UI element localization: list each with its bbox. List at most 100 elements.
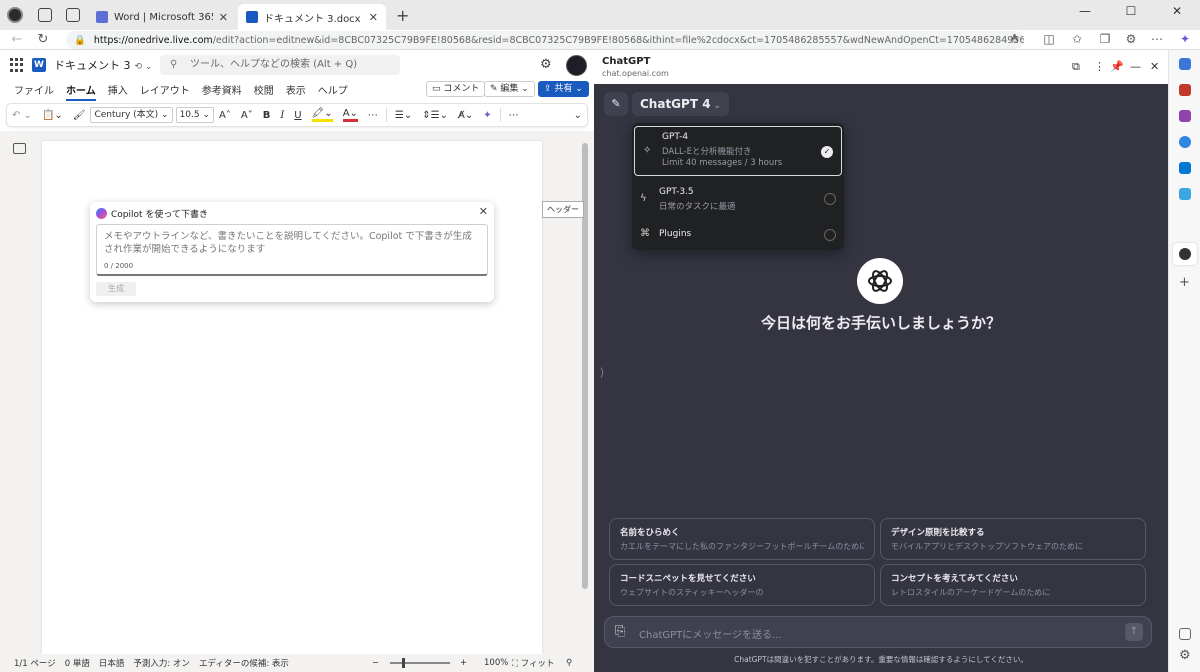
font-size-select[interactable]: 10.5 ⌄: [175, 107, 215, 123]
zoom-slider-thumb[interactable]: [402, 658, 405, 668]
tab-review[interactable]: 校閲: [254, 82, 274, 97]
tab-references[interactable]: 参考資料: [202, 82, 242, 97]
edit-mode-button[interactable]: ✎ 編集 ⌄: [484, 81, 535, 97]
format-painter-icon[interactable]: 🖌: [73, 110, 86, 121]
extensions-icon[interactable]: ⚙: [1122, 32, 1140, 46]
pin-icon[interactable]: 📌: [1110, 60, 1124, 73]
zoom-level[interactable]: 100%: [484, 658, 508, 668]
page-count[interactable]: 1/1 ページ: [14, 657, 56, 669]
more-options-icon[interactable]: ⋯: [509, 110, 519, 121]
sidebar-settings-icon[interactable]: ⚙: [1179, 648, 1191, 663]
zoom-out-icon[interactable]: −: [372, 658, 379, 668]
text-predictions[interactable]: 予測入力: オン: [133, 657, 190, 669]
chatgpt-sidebar-icon[interactable]: [1179, 248, 1191, 260]
model-option-plugins[interactable]: ⌘ Plugins: [632, 219, 844, 247]
new-tab-icon[interactable]: +: [396, 6, 409, 25]
settings-gear-icon[interactable]: ⚙: [540, 57, 552, 72]
tab-layout[interactable]: レイアウト: [140, 82, 190, 97]
m365-sidebar-icon[interactable]: [1179, 136, 1191, 148]
feedback-icon[interactable]: ⚲: [566, 658, 572, 668]
header-button[interactable]: ヘッダー: [542, 201, 584, 218]
panel-close-icon[interactable]: ✕: [1150, 60, 1159, 73]
fit-button[interactable]: ⛶ フィット: [512, 657, 555, 669]
user-avatar[interactable]: [566, 55, 587, 76]
word-count[interactable]: 0 単語: [65, 657, 90, 669]
suggestion-card[interactable]: コンセプトを考えてみてください レトロスタイルのアーケードゲームのために: [880, 564, 1146, 606]
tab-home[interactable]: ホーム: [66, 82, 96, 101]
maximize-button[interactable]: ☐: [1108, 0, 1154, 22]
font-color-icon[interactable]: A⌄: [342, 108, 358, 122]
underline-icon[interactable]: U: [294, 110, 301, 121]
lock-icon[interactable]: 🔒: [74, 35, 86, 46]
navigation-pane-icon[interactable]: [13, 143, 26, 154]
profile-avatar[interactable]: [7, 7, 23, 23]
tools-sidebar-icon[interactable]: [1179, 84, 1191, 96]
close-tab-icon[interactable]: ✕: [369, 11, 378, 24]
suggestion-card[interactable]: デザイン原則を比較する モバイルアプリとデスクトップソフトウェアのために: [880, 518, 1146, 560]
more-font-icon[interactable]: ⋯: [368, 110, 378, 121]
grow-font-icon[interactable]: A˄: [219, 110, 231, 121]
app-launcher-icon[interactable]: [10, 58, 24, 72]
suggestion-card[interactable]: 名前をひらめく カエルをテーマにした私のファンタジーフットボールチームのために: [609, 518, 875, 560]
model-option-gpt4[interactable]: ✧ GPT-4 DALL-Eと分析機能付き Limit 40 messages …: [634, 126, 842, 176]
message-input[interactable]: ⎘ ChatGPTにメッセージを送る... ↑: [604, 616, 1152, 648]
search-sidebar-icon[interactable]: [1179, 58, 1191, 70]
add-sidebar-app-icon[interactable]: +: [1179, 275, 1190, 290]
panel-more-icon[interactable]: ⋮: [1094, 60, 1105, 73]
ribbon-collapse-icon[interactable]: ⌄: [574, 110, 582, 121]
tab-file[interactable]: ファイル: [14, 82, 54, 97]
minimize-button[interactable]: —: [1062, 0, 1108, 22]
tab-view[interactable]: 表示: [286, 82, 306, 97]
undo-icon[interactable]: ↶ ⌄: [12, 110, 32, 121]
search-input[interactable]: ⚲ ツール、ヘルプなどの検索 (Alt + Q): [160, 55, 400, 75]
sidebar-toggle-icon[interactable]: ⟩: [600, 366, 604, 379]
tab-actions-icon[interactable]: [66, 8, 80, 22]
collections-icon[interactable]: ❐: [1096, 32, 1114, 46]
open-in-tab-icon[interactable]: ⧉: [1072, 60, 1080, 74]
send-button[interactable]: ↑: [1125, 623, 1143, 641]
close-tab-icon[interactable]: ✕: [219, 11, 228, 24]
model-option-gpt35[interactable]: ϟ GPT-3.5 日常のタスクに最適: [632, 179, 844, 219]
document-title[interactable]: ドキュメント 3 ⟲ ⌄: [54, 57, 152, 73]
favorite-star-icon[interactable]: ☆: [1006, 32, 1024, 46]
comment-button[interactable]: ▭ コメント: [426, 81, 486, 97]
favorites-icon[interactable]: ✩: [1068, 32, 1086, 46]
copilot-sidebar-icon[interactable]: ✦: [1176, 32, 1194, 46]
sidebar-layout-icon[interactable]: [1179, 628, 1191, 640]
language[interactable]: 日本語: [99, 657, 125, 669]
styles-icon[interactable]: A̸⌄: [458, 110, 473, 121]
tab-insert[interactable]: 挿入: [108, 82, 128, 97]
split-screen-icon[interactable]: ◫: [1040, 32, 1058, 46]
tab-word-document[interactable]: ドキュメント 3.docx - Microsoft Wo ✕: [238, 4, 386, 30]
close-window-button[interactable]: ✕: [1154, 0, 1200, 22]
shopping-sidebar-icon[interactable]: [1179, 188, 1191, 200]
outlook-sidebar-icon[interactable]: [1179, 162, 1191, 174]
games-sidebar-icon[interactable]: [1179, 110, 1191, 122]
tab-help[interactable]: ヘルプ: [318, 82, 348, 97]
refresh-icon[interactable]: ↻: [30, 32, 56, 47]
font-name-select[interactable]: Century (本文) ⌄: [90, 107, 173, 123]
tab-word-365[interactable]: Word | Microsoft 365 ✕: [88, 4, 236, 30]
model-selector[interactable]: ChatGPT 4 ⌄: [632, 92, 730, 116]
suggestion-card[interactable]: コードスニペットを見せてください ウェブサイトのスティッキーヘッダーの: [609, 564, 875, 606]
line-spacing-icon[interactable]: ⇕☰⌄: [422, 110, 448, 121]
copilot-toolbar-icon[interactable]: ✦: [483, 110, 491, 121]
panel-minimize-icon[interactable]: —: [1130, 60, 1141, 73]
bold-icon[interactable]: B: [263, 110, 271, 121]
workspaces-icon[interactable]: [38, 8, 52, 22]
attach-icon[interactable]: ⎘: [615, 624, 625, 639]
back-icon[interactable]: ←: [4, 32, 30, 47]
copilot-prompt-input[interactable]: メモやアウトラインなど、書きたいことを説明してください。Copilot で下書き…: [96, 224, 488, 276]
url-field[interactable]: 🔒 https://onedrive.live.com/edit?action=…: [66, 31, 1024, 49]
new-chat-icon[interactable]: ✎: [604, 92, 628, 116]
generate-button[interactable]: 生成: [96, 282, 136, 296]
highlight-icon[interactable]: 🖍⌄: [311, 108, 333, 122]
align-icon[interactable]: ☰⌄: [395, 110, 412, 121]
paste-icon[interactable]: 📋⌄: [42, 110, 63, 121]
zoom-in-icon[interactable]: +: [460, 658, 467, 668]
share-button[interactable]: ⇪ 共有 ⌄: [538, 81, 589, 97]
close-icon[interactable]: ✕: [479, 205, 488, 218]
italic-icon[interactable]: I: [280, 110, 284, 121]
zoom-slider[interactable]: [390, 662, 450, 664]
more-icon[interactable]: ⋯: [1148, 32, 1166, 46]
